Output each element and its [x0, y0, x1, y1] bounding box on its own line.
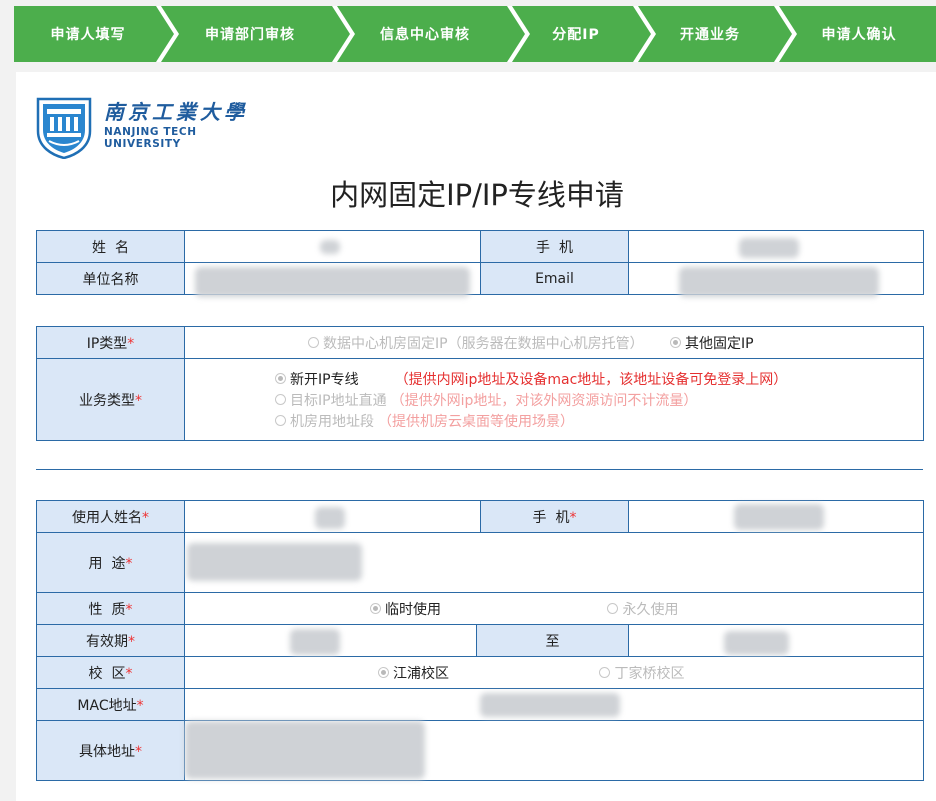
applicant-phone-label: 手 机	[480, 230, 629, 263]
ip-type-option-datacenter-text: 数据中心机房固定IP（服务器在数据中心机房托管）	[323, 335, 644, 352]
mac-label: MAC地址*	[36, 688, 185, 721]
valid-to-label: 至	[476, 624, 629, 657]
nature-option-temporary[interactable]: 临时使用	[370, 599, 441, 619]
business-option-machine-room-text: 机房用地址段	[290, 413, 374, 430]
step-5-label: 开通业务	[680, 26, 740, 43]
ip-type-label-text: IP类型	[86, 335, 128, 352]
ip-type-table: IP类型* 数据中心机房固定IP（服务器在数据中心机房托管） 其他固定IP 业务…	[36, 326, 924, 441]
purpose-field[interactable]	[184, 532, 924, 593]
radio-selected-icon	[378, 667, 389, 678]
ip-type-label: IP类型*	[36, 326, 185, 359]
mac-label-text: MAC地址	[77, 697, 137, 714]
radio-selected-icon	[275, 373, 286, 384]
required-mark: *	[136, 697, 144, 714]
applicant-name-field[interactable]	[184, 230, 481, 263]
nature-option-temporary-text: 临时使用	[385, 601, 441, 618]
applicant-email-label: Email	[480, 262, 629, 295]
applicant-table: 姓 名 手 机 单位名称 Email	[36, 230, 924, 297]
business-option-direct-text: 目标IP地址直通	[290, 392, 387, 409]
logo-english-line1: NANJING TECH	[104, 126, 197, 138]
valid-from-field[interactable]	[184, 624, 477, 657]
nature-label: 性 质*	[36, 592, 185, 625]
purpose-label: 用 途*	[36, 532, 185, 593]
business-option-new-line-text: 新开IP专线	[290, 371, 359, 388]
radio-icon	[275, 415, 286, 426]
address-label-text: 具体地址	[79, 743, 135, 760]
radio-selected-icon	[670, 337, 682, 348]
campus-label-text: 校 区	[88, 665, 126, 682]
logo-chinese-text: 南京工業大學	[104, 100, 248, 124]
business-option-new-line[interactable]: 新开IP专线	[275, 369, 359, 389]
campus-option-jiangpu-text: 江浦校区	[393, 665, 449, 682]
progress-steps: 申请人填写 申请部门审核 信息中心审核 分配IP 开通业务 申请人确认	[14, 6, 936, 62]
purpose-label-text: 用 途	[88, 555, 126, 572]
application-form-card: 南京工業大學 NANJING TECH UNIVERSITY 内网固定IP/IP…	[16, 72, 936, 801]
campus-label: 校 区*	[36, 656, 185, 689]
mac-field[interactable]	[184, 688, 924, 721]
step-6-label: 申请人确认	[822, 26, 897, 43]
valid-to-field[interactable]	[628, 624, 924, 657]
required-mark: *	[142, 509, 149, 526]
required-mark: *	[135, 392, 142, 409]
business-option-machine-room-hint: （提供机房云桌面等使用场景）	[378, 413, 574, 430]
required-mark: *	[135, 743, 142, 760]
applicant-unit-field[interactable]	[184, 262, 481, 297]
radio-icon	[599, 667, 611, 678]
applicant-unit-label: 单位名称	[36, 262, 185, 295]
step-2-label: 申请部门审核	[205, 26, 295, 43]
address-field[interactable]	[184, 720, 924, 781]
applicant-email-field[interactable]	[628, 262, 924, 297]
user-name-label: 使用人姓名*	[36, 500, 185, 533]
user-phone-label-text: 手 机	[532, 509, 570, 526]
campus-option-dingjiaqiao-text: 丁家桥校区	[614, 665, 685, 682]
business-type-options: 新开IP专线 （提供内网ip地址及设备mac地址，该地址设备可免登录上网） 目标…	[184, 358, 924, 441]
required-mark: *	[128, 633, 135, 650]
step-1-label: 申请人填写	[51, 26, 126, 43]
valid-from-label-text: 有效期	[86, 633, 128, 650]
step-3-label: 信息中心审核	[380, 26, 470, 43]
business-option-direct-hint: （提供外网ip地址，对该外网资源访问不计流量）	[390, 392, 698, 409]
business-type-label: 业务类型*	[36, 358, 185, 441]
business-option-direct[interactable]: 目标IP地址直通	[275, 390, 387, 410]
campus-options: 江浦校区 丁家桥校区	[184, 656, 924, 689]
radio-icon	[607, 603, 619, 614]
business-option-machine-room[interactable]: 机房用地址段	[275, 411, 374, 431]
required-mark: *	[125, 555, 133, 572]
nature-option-permanent-text: 永久使用	[622, 601, 679, 618]
nature-options: 临时使用 永久使用	[184, 592, 924, 625]
ip-type-option-other-text: 其他固定IP	[685, 335, 754, 352]
user-phone-field[interactable]	[628, 500, 924, 533]
ip-type-options: 数据中心机房固定IP（服务器在数据中心机房托管） 其他固定IP	[184, 326, 924, 359]
campus-option-dingjiaqiao[interactable]: 丁家桥校区	[599, 663, 684, 683]
required-mark: *	[125, 665, 133, 682]
required-mark: *	[569, 509, 577, 526]
ip-type-option-datacenter[interactable]: 数据中心机房固定IP（服务器在数据中心机房托管）	[308, 333, 644, 353]
applicant-name-label: 姓 名	[36, 230, 185, 263]
business-type-label-text: 业务类型	[79, 392, 135, 409]
logo-english-line2: UNIVERSITY	[104, 138, 181, 150]
user-name-label-text: 使用人姓名	[72, 509, 142, 526]
user-name-field[interactable]	[184, 500, 481, 533]
nature-option-permanent[interactable]: 永久使用	[607, 599, 678, 619]
required-mark: *	[127, 335, 135, 352]
section-divider	[36, 469, 923, 470]
radio-icon	[308, 337, 319, 348]
step-4-label: 分配IP	[552, 27, 599, 43]
user-phone-label: 手 机*	[480, 500, 629, 533]
user-table: 使用人姓名* 手 机* 用 途* 性 质* 临时使用 永久使用 有效期* 至 校…	[36, 500, 924, 781]
logo-english-text: NANJING TECH UNIVERSITY	[104, 126, 197, 150]
page-title: 内网固定IP/IP专线申请	[330, 178, 624, 212]
ip-type-option-other[interactable]: 其他固定IP	[670, 333, 754, 353]
address-label: 具体地址*	[36, 720, 185, 781]
radio-selected-icon	[370, 603, 381, 614]
university-crest-icon	[36, 97, 92, 159]
required-mark: *	[125, 601, 133, 618]
campus-option-jiangpu[interactable]: 江浦校区	[378, 663, 449, 683]
applicant-phone-field[interactable]	[628, 230, 924, 263]
nature-label-text: 性 质	[88, 601, 126, 618]
radio-icon	[275, 394, 286, 405]
business-option-new-line-hint: （提供内网ip地址及设备mac地址，该地址设备可免登录上网）	[394, 371, 788, 388]
valid-from-label: 有效期*	[36, 624, 185, 657]
